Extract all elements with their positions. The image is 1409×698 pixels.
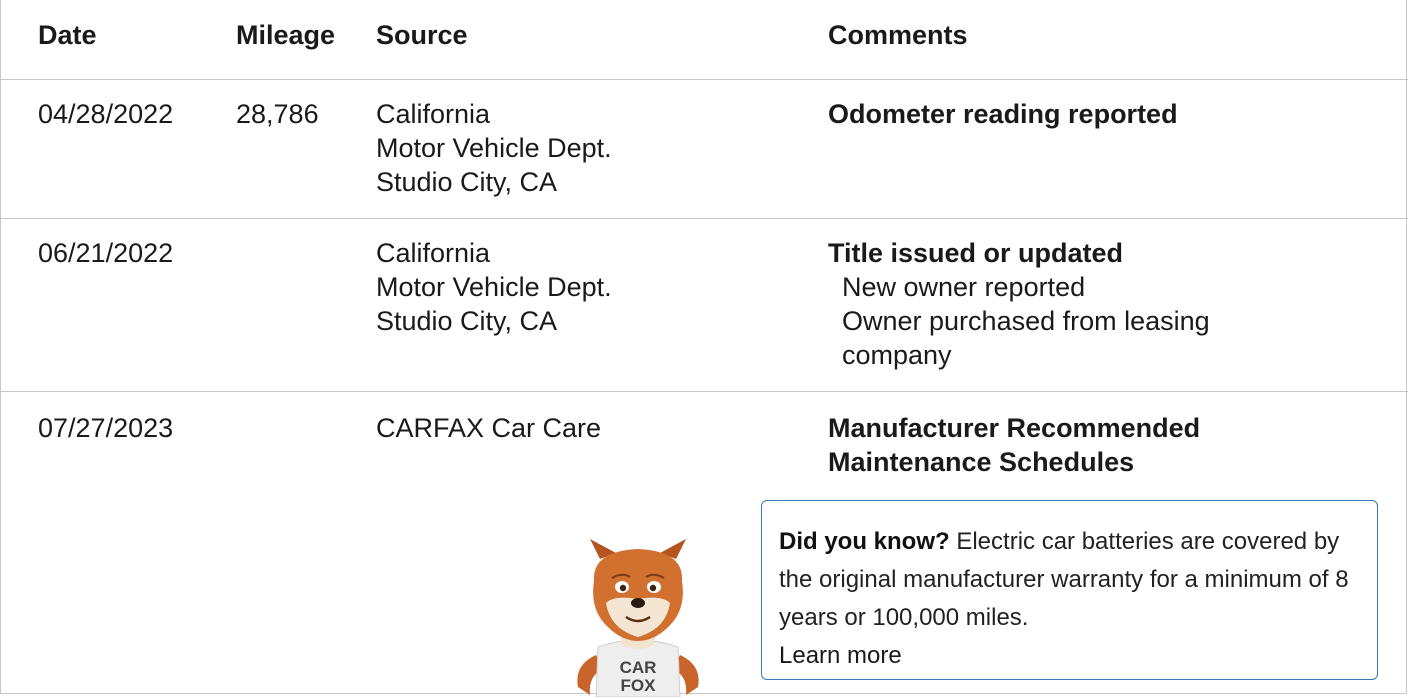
comment-detail: New owner reported [842,272,1086,302]
source-line: CARFAX Car Care [376,413,602,443]
source-line: California [376,99,491,129]
row-date: 04/28/2022 [38,99,174,129]
row-date: 06/21/2022 [38,238,174,268]
row-source: CARFAX Car Care [376,411,796,445]
row-comments: Manufacturer Recommended Maintenance Sch… [828,411,1308,479]
source-line: Studio City, CA [376,167,558,197]
learn-more-link[interactable]: Learn more [779,637,1361,675]
comment-title: Odometer reading reported [828,99,1178,129]
row-source: California Motor Vehicle Dept. Studio Ci… [376,97,796,199]
carfox-mascot-icon: CAR FOX [577,539,699,697]
source-line: Motor Vehicle Dept. [376,272,612,302]
header-mileage: Mileage [236,20,336,50]
header-date: Date [38,20,97,50]
comment-detail: Owner purchased from leasing company [842,306,1210,370]
row-mileage: 28,786 [236,99,319,129]
shirt-text-bottom: FOX [621,676,657,695]
row-date: 07/27/2023 [38,413,174,443]
table-header-row: Date Mileage Source Comments [1,0,1408,80]
header-comments: Comments [828,20,968,50]
mascot-nose [631,598,645,608]
row-comments: Title issued or updated New owner report… [828,236,1298,372]
row-comments: Odometer reading reported [828,97,1368,131]
table-row: 06/21/2022 California Motor Vehicle Dept… [1,219,1408,392]
did-you-know-tip: Did you know? Electric car batteries are… [761,500,1378,680]
source-line: California [376,238,491,268]
table-row: 04/28/2022 28,786 California Motor Vehic… [1,80,1408,219]
row-source: California Motor Vehicle Dept. Studio Ci… [376,236,796,338]
source-line: Studio City, CA [376,306,558,336]
comment-title: Title issued or updated [828,238,1124,268]
source-line: Motor Vehicle Dept. [376,133,612,163]
tip-lead: Did you know? [779,528,950,555]
header-source: Source [376,20,468,50]
comment-title: Manufacturer Recommended Maintenance Sch… [828,413,1201,477]
shirt-text-top: CAR [620,658,657,677]
